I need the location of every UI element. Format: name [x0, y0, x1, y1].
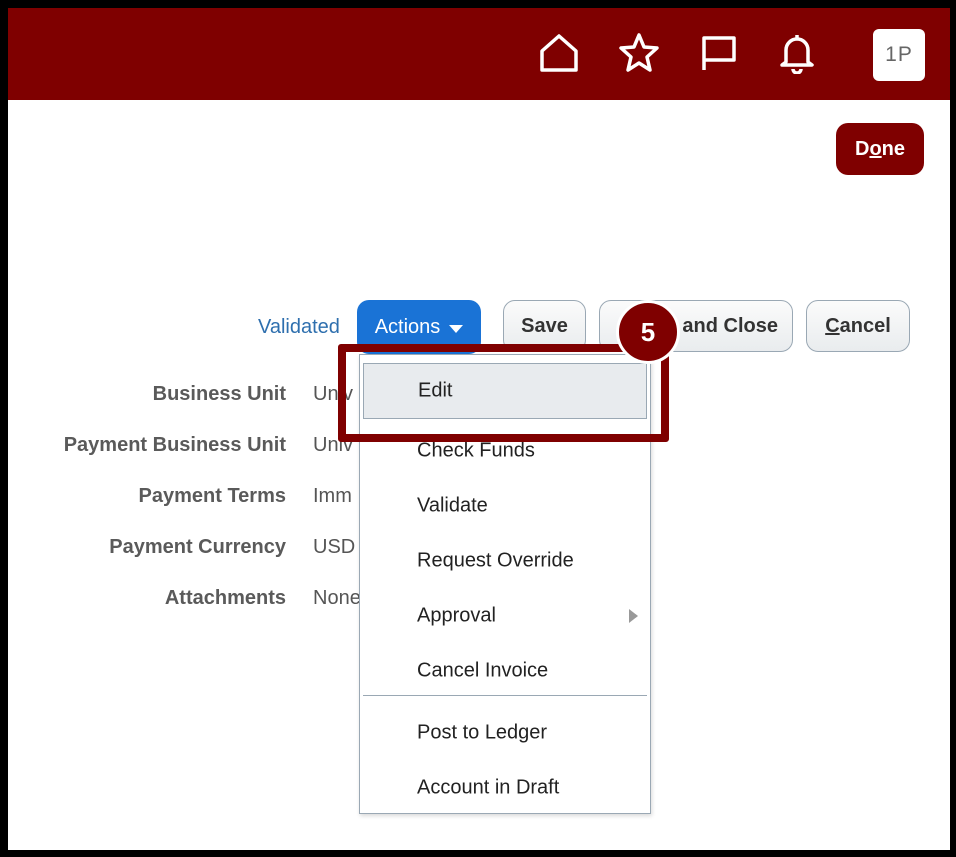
field-value-payment-currency: USD	[313, 536, 356, 558]
field-label-attachments: Attachments	[164, 587, 286, 609]
field-label-payment-business-unit: Payment Business Unit	[63, 434, 286, 456]
field-value-payment-terms: Imm	[313, 485, 352, 507]
field-value-attachments: None	[313, 587, 361, 609]
menu-item-request-override[interactable]: Request Override	[360, 534, 650, 588]
menu-item-cancel-invoice[interactable]: Cancel Invoice	[360, 644, 650, 698]
app-window: 1P Do ne Validated Actions Save and Close…	[8, 8, 950, 850]
menu-item-validate[interactable]: Validate	[360, 479, 650, 533]
step-number-badge: 5	[616, 300, 680, 364]
field-label-payment-currency: Payment Currency	[109, 536, 286, 558]
menu-item-approval[interactable]: Approval	[360, 589, 650, 643]
invoice-status: Validated	[258, 316, 340, 338]
menu-item-account-in-draft[interactable]: Account in Draft	[360, 761, 650, 815]
submenu-arrow-icon	[629, 609, 638, 623]
cancel-button[interactable]: Cancel	[806, 300, 910, 352]
star-icon[interactable]	[617, 30, 661, 74]
caret-down-icon	[449, 324, 464, 333]
done-button[interactable]: Do ne	[836, 123, 924, 175]
home-icon[interactable]	[537, 30, 581, 74]
field-label-business-unit: Business Unit	[152, 383, 286, 405]
menu-item-post-to-ledger[interactable]: Post to Ledger	[360, 706, 650, 760]
user-avatar[interactable]: 1P	[873, 29, 925, 81]
global-header: 1P	[8, 8, 950, 100]
field-label-payment-terms: Payment Terms	[138, 485, 286, 507]
callout-highlight-box	[338, 344, 669, 442]
bell-icon[interactable]	[775, 30, 819, 74]
flag-icon[interactable]	[696, 30, 740, 74]
menu-divider	[363, 695, 647, 696]
